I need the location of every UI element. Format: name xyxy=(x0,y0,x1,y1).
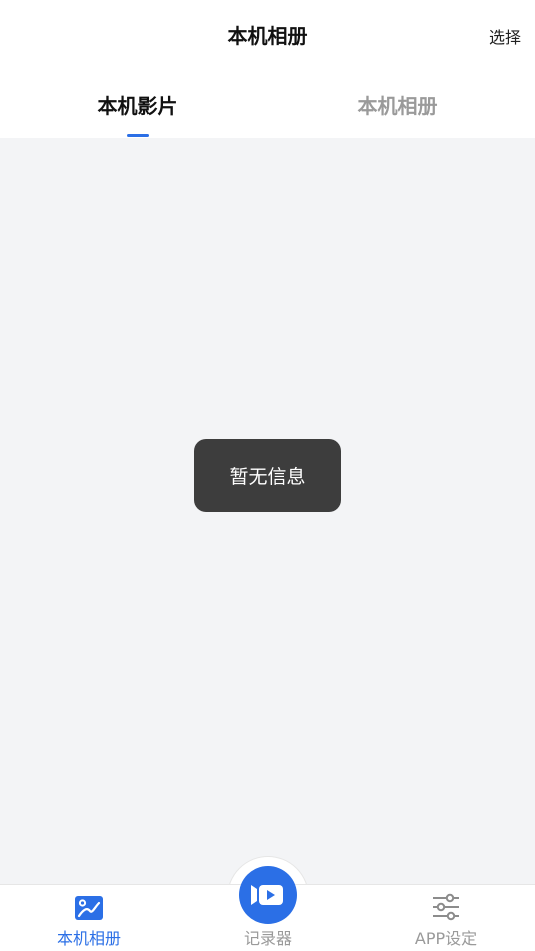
empty-toast: 暂无信息 xyxy=(194,439,341,512)
tabbar-item-settings[interactable]: APP设定 xyxy=(376,885,516,951)
tab-local-album-label: 本机相册 xyxy=(357,94,438,118)
settings-sliders-icon xyxy=(433,893,459,921)
tab-active-indicator xyxy=(126,134,149,137)
tabbar-item-album-label: 本机相册 xyxy=(56,929,121,948)
select-button[interactable]: 选择 xyxy=(489,24,521,48)
tab-local-videos[interactable]: 本机影片 xyxy=(4,68,271,138)
tabbar-item-recorder-label: 记录器 xyxy=(243,929,292,948)
tabbar-item-album[interactable]: 本机相册 xyxy=(20,885,158,951)
tab-local-videos-label: 本机影片 xyxy=(97,94,178,118)
album-icon xyxy=(75,896,103,920)
top-header: 本机相册 选择 xyxy=(0,0,535,68)
tab-local-album[interactable]: 本机相册 xyxy=(264,68,531,138)
page-title: 本机相册 xyxy=(227,24,308,48)
content-area: 暂无信息 xyxy=(0,138,535,884)
recorder-center-button[interactable] xyxy=(239,866,297,924)
tab-bar-top: 本机影片 本机相册 xyxy=(0,68,535,138)
tabbar-item-settings-label: APP设定 xyxy=(414,929,478,948)
recorder-video-icon xyxy=(251,885,283,905)
